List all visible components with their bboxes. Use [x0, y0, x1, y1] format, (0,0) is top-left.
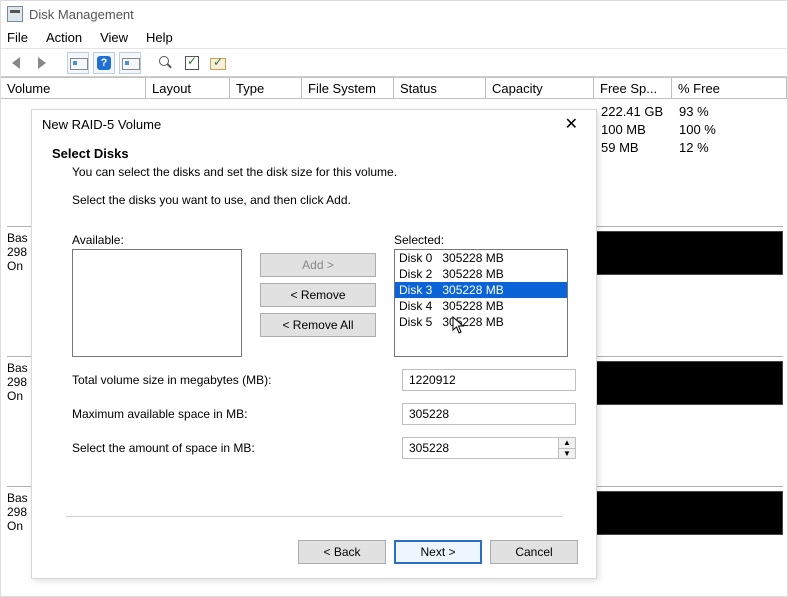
remove-button[interactable]: < Remove [260, 283, 376, 307]
toolbar-check-button[interactable] [181, 52, 203, 74]
col-pctfree[interactable]: % Free [672, 78, 787, 98]
max-space-value: 305228 [402, 403, 576, 425]
volume-table-header: Volume Layout Type File System Status Ca… [1, 77, 787, 99]
cancel-button[interactable]: Cancel [490, 540, 578, 564]
toolbar: ? [1, 49, 787, 77]
toolbar-help-button[interactable]: ? [93, 52, 115, 74]
col-status[interactable]: Status [394, 78, 486, 98]
cell-pct: 93 % [679, 104, 739, 119]
dialog-subtitle: You can select the disks and set the dis… [72, 165, 576, 179]
table-row[interactable]: 59 MB 12 % [601, 140, 739, 155]
col-capacity[interactable]: Capacity [486, 78, 594, 98]
close-button[interactable]: ✕ [557, 112, 586, 136]
menu-action[interactable]: Action [46, 30, 82, 45]
new-raid5-dialog: New RAID-5 Volume ✕ Select Disks You can… [31, 109, 597, 579]
total-size-value: 1220912 [402, 369, 576, 391]
toolbar-search-button[interactable] [155, 52, 177, 74]
app-window: Disk Management File Action View Help ? … [0, 0, 788, 597]
amount-label: Select the amount of space in MB: [72, 441, 402, 455]
nav-back-button[interactable] [5, 52, 27, 74]
check-icon [185, 56, 199, 70]
next-button[interactable]: Next > [394, 540, 482, 564]
col-volume[interactable]: Volume [1, 78, 146, 98]
col-layout[interactable]: Layout [146, 78, 230, 98]
list-item[interactable]: Disk 3 305228 MB [395, 282, 567, 298]
cell-free: 100 MB [601, 122, 679, 137]
cell-free: 59 MB [601, 140, 679, 155]
search-icon [159, 56, 173, 70]
spin-up-button[interactable]: ▲ [559, 438, 575, 449]
col-filesystem[interactable]: File System [302, 78, 394, 98]
list-item[interactable]: Disk 5 305228 MB [395, 314, 567, 330]
available-listbox[interactable] [72, 249, 242, 357]
dialog-divider [66, 516, 562, 517]
menubar: File Action View Help [1, 27, 787, 49]
add-button[interactable]: Add > [260, 253, 376, 277]
help-icon: ? [97, 56, 111, 70]
col-free[interactable]: Free Sp... [594, 78, 672, 98]
menu-file[interactable]: File [7, 30, 28, 45]
table-row[interactable]: 100 MB 100 % [601, 122, 739, 137]
amount-input[interactable]: 305228 [402, 437, 558, 459]
titlebar: Disk Management [1, 1, 787, 27]
selected-listbox[interactable]: Disk 0 305228 MBDisk 2 305228 MBDisk 3 3… [394, 249, 568, 357]
app-title: Disk Management [29, 7, 134, 22]
view-icon [122, 56, 138, 70]
menu-view[interactable]: View [100, 30, 128, 45]
list-item[interactable]: Disk 0 305228 MB [395, 250, 567, 266]
amount-spinner: ▲ ▼ [558, 437, 576, 459]
toolbar-view-button[interactable] [119, 52, 141, 74]
arrow-left-icon [12, 57, 20, 69]
available-label: Available: [72, 233, 242, 247]
dialog-heading: Select Disks [52, 146, 576, 161]
total-size-label: Total volume size in megabytes (MB): [72, 373, 402, 387]
spin-down-button[interactable]: ▼ [559, 449, 575, 459]
panel-icon [70, 56, 86, 70]
nav-forward-button[interactable] [31, 52, 53, 74]
col-type[interactable]: Type [230, 78, 302, 98]
selected-label: Selected: [394, 233, 568, 247]
cell-free: 222.41 GB [601, 104, 679, 119]
list-item[interactable]: Disk 4 305228 MB [395, 298, 567, 314]
list-item[interactable]: Disk 2 305228 MB [395, 266, 567, 282]
toolbar-folder-check-button[interactable] [207, 52, 229, 74]
app-icon [7, 6, 23, 22]
toolbar-panel-button[interactable] [67, 52, 89, 74]
menu-help[interactable]: Help [146, 30, 173, 45]
dialog-title: New RAID-5 Volume [42, 117, 161, 132]
cell-pct: 12 % [679, 140, 739, 155]
table-row[interactable]: 222.41 GB 93 % [601, 104, 739, 119]
folder-check-icon [210, 58, 226, 70]
arrow-right-icon [38, 57, 46, 69]
max-space-label: Maximum available space in MB: [72, 407, 402, 421]
dialog-instruction: Select the disks you want to use, and th… [72, 193, 576, 207]
cell-pct: 100 % [679, 122, 739, 137]
back-button[interactable]: < Back [298, 540, 386, 564]
remove-all-button[interactable]: < Remove All [260, 313, 376, 337]
